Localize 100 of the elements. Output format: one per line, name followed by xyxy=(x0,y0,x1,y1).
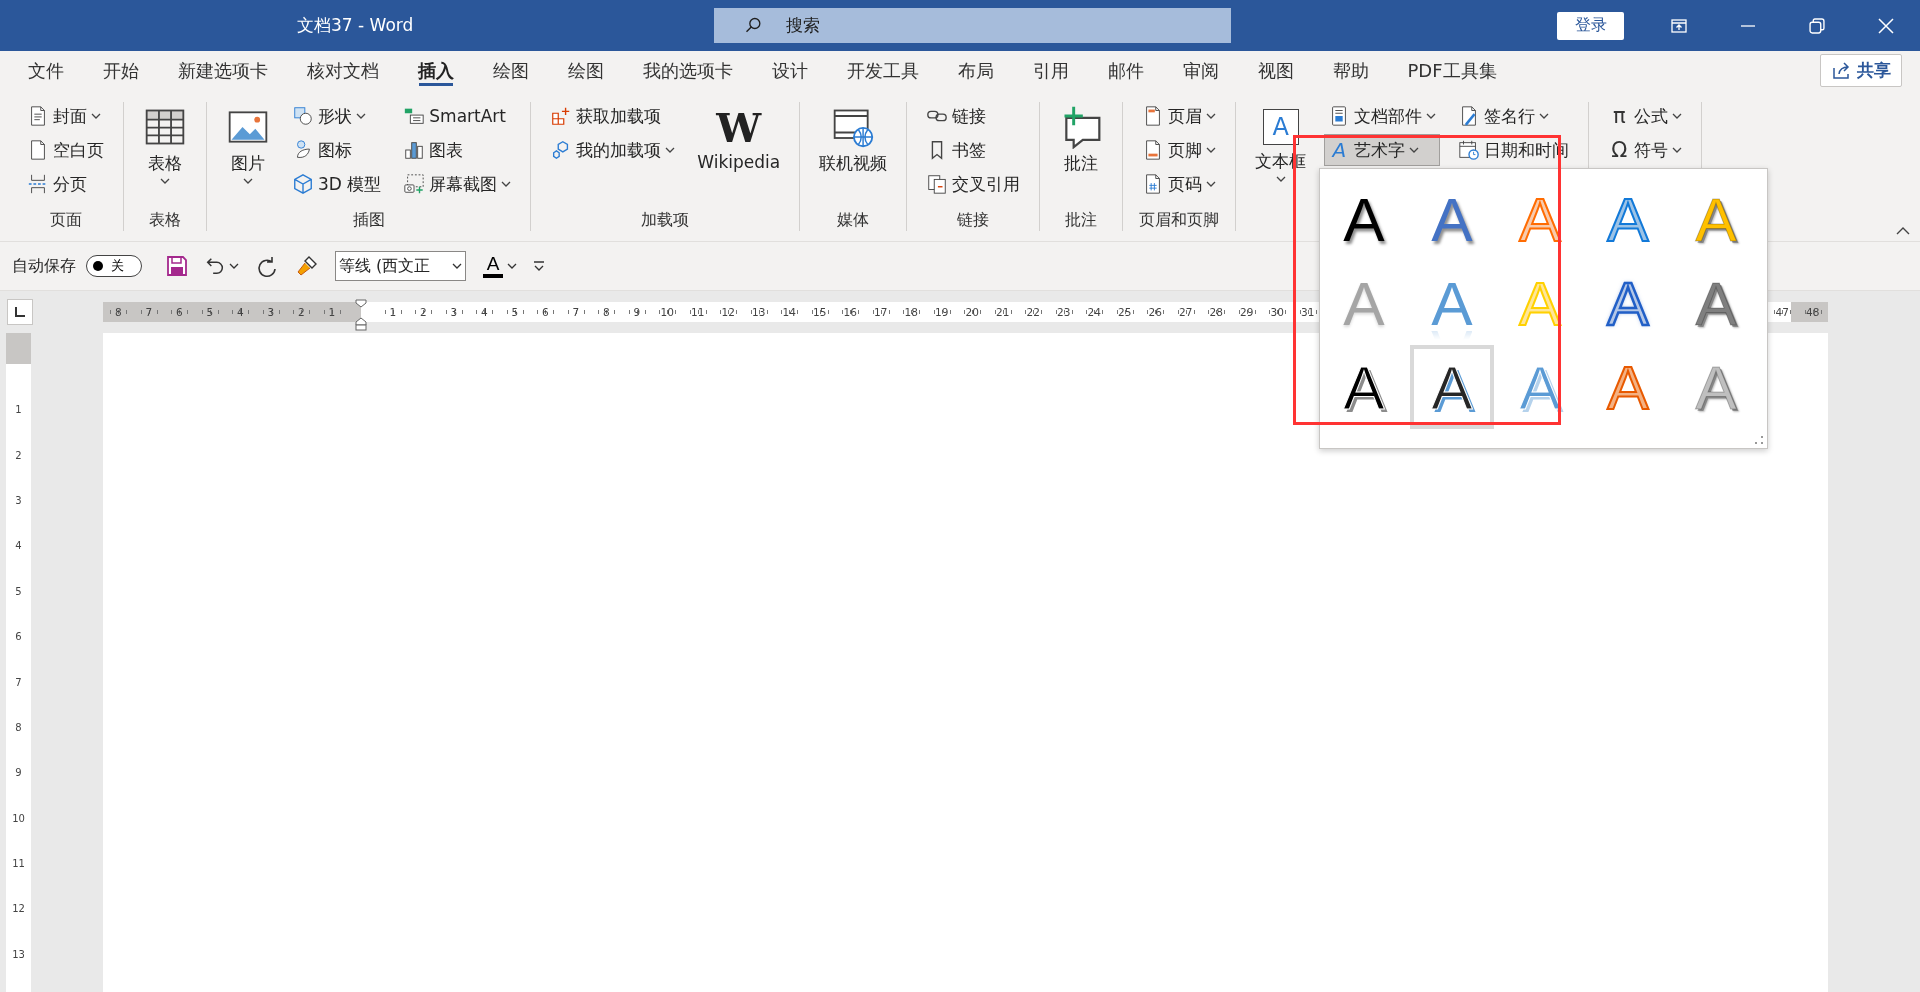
ruler-number: 48 xyxy=(1805,306,1821,318)
ribbon-button[interactable]: 书签 xyxy=(922,134,1025,166)
ribbon-button[interactable]: W Wikipedia xyxy=(693,100,785,204)
ribbon-tab[interactable]: 绘图 xyxy=(548,51,623,90)
ribbon-button[interactable]: 分页 xyxy=(23,168,108,200)
paintbrush-icon xyxy=(295,254,319,278)
ribbon-tab[interactable]: 邮件 xyxy=(1088,51,1163,90)
ribbon-button[interactable]: 批注 xyxy=(1055,100,1108,204)
ruler-number: 26 xyxy=(1147,306,1163,318)
ribbon-display-icon xyxy=(1669,16,1688,35)
save-icon xyxy=(166,255,188,277)
ribbon-button[interactable]: 空白页 xyxy=(23,134,108,166)
ribbon-button[interactable]: 文档部件 xyxy=(1324,100,1441,132)
shapes-icon xyxy=(292,105,314,127)
ruler-number: 1 xyxy=(327,306,337,318)
cross-reference-icon xyxy=(926,173,949,195)
ruler-number: 6 xyxy=(15,631,22,643)
font-color-button[interactable]: A xyxy=(474,246,525,286)
ruler-number: 19 xyxy=(934,306,950,318)
ruler-number: 2 xyxy=(418,306,428,318)
ruler-number: 13 xyxy=(12,948,25,960)
ribbon-button[interactable]: 3D 模型 xyxy=(288,168,386,200)
ribbon-button[interactable]: 获取加载项 xyxy=(546,100,680,132)
ribbon-tab[interactable]: 布局 xyxy=(938,51,1013,90)
ruler-number: 18 xyxy=(903,306,919,318)
ribbon-button[interactable]: 图表 xyxy=(399,134,516,166)
ruler-number: 4 xyxy=(479,306,489,318)
ruler-number: 3 xyxy=(266,306,276,318)
ribbon-tab[interactable]: 设计 xyxy=(752,51,827,90)
ruler-number: 11 xyxy=(690,306,706,318)
bar-chart-icon xyxy=(403,139,426,161)
ribbon-button[interactable]: 封面 xyxy=(23,100,108,132)
ruler-number: 7 xyxy=(15,676,22,688)
ribbon-button[interactable]: A 艺术字 xyxy=(1324,134,1441,166)
ribbon-tab[interactable]: 插入 xyxy=(398,51,473,90)
ruler-number: 22 xyxy=(1025,306,1041,318)
ruler-number: 5 xyxy=(205,306,215,318)
ruler-number: 23 xyxy=(1056,306,1072,318)
ruler-number: 4 xyxy=(15,540,22,552)
ribbon-tab[interactable]: 视图 xyxy=(1238,51,1313,90)
ruler-number: 25 xyxy=(1117,306,1133,318)
omega-icon: Ω xyxy=(1608,138,1631,162)
ribbon-button[interactable]: 图片 xyxy=(222,100,274,204)
ruler-number: 3 xyxy=(449,306,459,318)
ribbon-tab[interactable]: 绘图 xyxy=(473,51,548,90)
sign-in-button[interactable]: 登录 xyxy=(1557,11,1624,40)
ribbon-tab[interactable]: 核对文档 xyxy=(287,51,398,90)
ribbon-tab[interactable]: 审阅 xyxy=(1163,51,1238,90)
calendar-clock-icon xyxy=(1458,139,1481,161)
ruler-number: 15 xyxy=(812,306,828,318)
ruler-number: 10 xyxy=(659,306,675,318)
ruler-number: 29 xyxy=(1239,306,1255,318)
ribbon-tab[interactable]: 新建选项卡 xyxy=(158,51,287,90)
font-name-field[interactable]: 等线 (西文正 xyxy=(335,251,466,281)
ruler-number: 10 xyxy=(12,812,25,824)
ribbon-tab[interactable]: 引用 xyxy=(1013,51,1088,90)
ruler-number: 6 xyxy=(174,306,184,318)
ribbon-tab[interactable]: PDF工具集 xyxy=(1388,51,1517,90)
ruler-number: 9 xyxy=(632,306,642,318)
wordart-style-option[interactable]: A xyxy=(1410,345,1494,429)
ruler-number: 31 xyxy=(1300,306,1316,318)
ribbon-button[interactable]: 页脚 xyxy=(1138,134,1221,166)
group-label: 插图 xyxy=(352,210,385,231)
undo-icon xyxy=(204,255,226,277)
ribbon-tab[interactable]: 文件 xyxy=(8,51,83,90)
ribbon-tab[interactable]: 我的选项卡 xyxy=(623,51,752,90)
ribbon-button[interactable]: π 公式 xyxy=(1604,100,1687,132)
ribbon-button[interactable]: 页眉 xyxy=(1138,100,1221,132)
ribbon-button[interactable]: 链接 xyxy=(922,100,1025,132)
ribbon-button[interactable]: 形状 xyxy=(288,100,386,132)
resize-grip-icon xyxy=(1755,436,1763,444)
ribbon-button[interactable]: 交叉引用 xyxy=(922,168,1025,200)
ruler-number: 8 xyxy=(15,721,22,733)
ruler-number: 1 xyxy=(15,404,22,416)
search-field[interactable]: 搜索 xyxy=(714,8,1231,43)
ruler-number: 2 xyxy=(15,449,22,461)
ribbon-button[interactable]: SmartArt xyxy=(399,100,516,132)
screenshot-icon xyxy=(403,173,426,195)
ruler-number: 27 xyxy=(1178,306,1194,318)
ribbon-button[interactable]: 我的加载项 xyxy=(546,134,680,166)
ribbon-button[interactable]: 图标 xyxy=(288,134,386,166)
ribbon-button[interactable]: 屏幕截图 xyxy=(399,168,516,200)
text-box-icon: A xyxy=(1262,109,1299,145)
ruler-number: 7 xyxy=(144,306,154,318)
ribbon-tab[interactable]: 帮助 xyxy=(1313,51,1388,90)
ribbon-button[interactable]: Ω 符号 xyxy=(1604,134,1687,166)
ribbon-tab[interactable]: 开始 xyxy=(83,51,158,90)
ribbon-button[interactable]: 联机视频 xyxy=(815,100,892,204)
ribbon-tab[interactable]: 开发工具 xyxy=(827,51,938,90)
group-label: 媒体 xyxy=(837,210,870,231)
ruler-number: 1 xyxy=(388,306,398,318)
ribbon-button[interactable]: 表格 xyxy=(139,100,191,204)
ribbon-button[interactable]: 页码 xyxy=(1138,168,1221,200)
tab-stop-selector[interactable] xyxy=(7,299,33,325)
ruler-number: 9 xyxy=(15,767,22,779)
w-logo: W xyxy=(716,105,762,149)
ribbon-button[interactable]: 签名行 xyxy=(1454,100,1574,132)
autosave-toggle[interactable]: 关 xyxy=(86,255,142,277)
share-button[interactable]: 共享 xyxy=(1820,54,1902,87)
window-title: 文档37 - Word xyxy=(296,14,415,37)
